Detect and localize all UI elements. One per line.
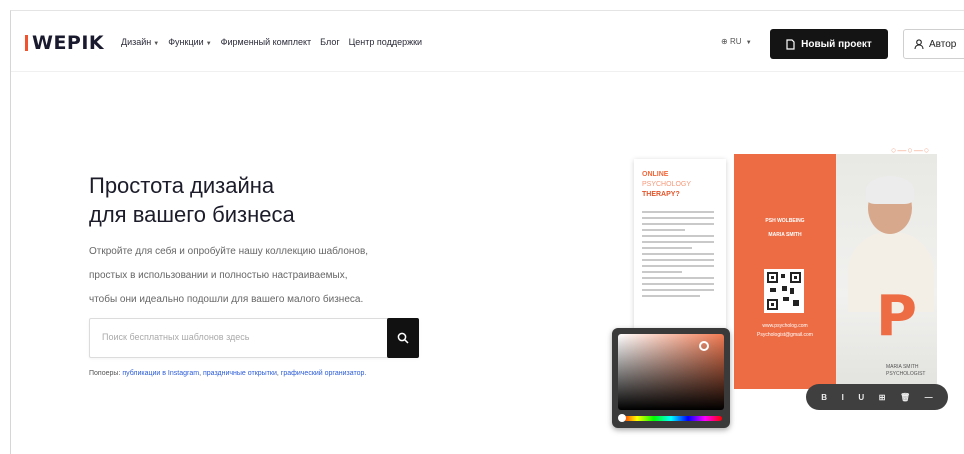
orange-site-text: www.psycholog.com xyxy=(762,323,808,329)
chevron-down-icon: ▼ xyxy=(205,41,212,47)
preview-text-lines xyxy=(642,211,714,301)
orange-heading-text: PSH WOLBEING xyxy=(765,218,805,224)
document-icon xyxy=(786,38,795,50)
language-label: RU xyxy=(729,37,742,46)
trash-icon[interactable]: 🗑 xyxy=(900,393,910,402)
top-navigation: WEPIK Дизайн ▼ Функции ▼ Фирменный комплек… xyxy=(11,11,964,72)
hero-headline: Простота дизайна для вашего бизнеса xyxy=(89,171,295,229)
description-line: Откройте для себя и опробуйте нашу колле… xyxy=(89,246,369,257)
template-preview-orange: PSH WOLBEING MARIA SMITH www.psycholog.c… xyxy=(734,154,836,389)
color-picker-widget xyxy=(612,328,730,428)
popular-searches: Попоеры: публикации в Instagram, праздни… xyxy=(89,370,367,377)
menu-features[interactable]: Функции ▼ xyxy=(168,37,211,47)
new-project-label: Новый проект xyxy=(801,38,872,50)
photo-caption: MARIA SMITH PSYCHOLOGIST xyxy=(886,364,925,378)
italic-icon[interactable]: I xyxy=(842,393,844,402)
popular-link-instagram[interactable]: публикации в Instagram xyxy=(122,370,199,377)
color-picker-knob[interactable] xyxy=(699,341,709,351)
menu-features-label: Функции xyxy=(168,37,204,47)
menu-help-center[interactable]: Центр поддержки xyxy=(349,37,422,47)
logo-mark-icon xyxy=(25,35,28,51)
language-selector[interactable]: ⊕ RU ▼ xyxy=(721,37,752,46)
new-project-button[interactable]: Новый проект xyxy=(770,29,888,59)
orange-email-text: Psychologist@gmail.com xyxy=(757,332,813,338)
chevron-down-icon: ▼ xyxy=(153,41,160,47)
portrait-hair xyxy=(866,176,914,204)
preview-title: ONLINE PSYCHOLOGY THERAPY? xyxy=(642,170,691,200)
bold-icon[interactable]: B xyxy=(821,393,827,402)
logo-text: WEPIK xyxy=(32,32,105,54)
headline-line-1: Простота дизайна xyxy=(89,173,275,198)
preview-title-line: PSYCHOLOGY xyxy=(642,181,692,188)
main-menu: Дизайн ▼ Функции ▼ Фирменный комплект Блог… xyxy=(121,37,422,47)
popular-link-cards[interactable]: праздничные открытки xyxy=(203,370,277,377)
orange-contacts: www.psycholog.com Psychologist@gmail.com xyxy=(756,322,814,340)
hero-description: Откройте для себя и опробуйте нашу колле… xyxy=(89,240,429,312)
search-input[interactable] xyxy=(100,331,374,343)
login-label: Автор xyxy=(929,38,957,50)
template-preview-photo: P MARIA SMITH PSYCHOLOGIST xyxy=(836,154,937,389)
description-line: простых в использовании и полностью наст… xyxy=(89,270,348,281)
connector-dots-icon: ○—○—○ xyxy=(891,145,931,155)
qr-code-icon xyxy=(764,269,804,313)
description-line: чтобы они идеально подошли для вашего ма… xyxy=(89,294,364,305)
popular-label: Попоеры: xyxy=(89,370,121,377)
menu-blog[interactable]: Блог xyxy=(320,37,339,47)
menu-design[interactable]: Дизайн ▼ xyxy=(121,37,159,47)
browser-viewport: WEPIK Дизайн ▼ Функции ▼ Фирменный комплек… xyxy=(10,10,964,454)
login-button[interactable]: Автор xyxy=(903,29,964,59)
user-icon xyxy=(914,38,924,49)
orange-heading: PSH WOLBEING MARIA SMITH xyxy=(756,217,814,239)
headline-line-2: для вашего бизнеса xyxy=(89,202,295,227)
search-button[interactable] xyxy=(387,318,419,358)
underline-icon[interactable]: U xyxy=(858,393,864,402)
template-search-box xyxy=(89,318,419,358)
more-icon[interactable]: — xyxy=(925,393,933,402)
preview-title-line: THERAPY? xyxy=(642,191,680,198)
layout-icon[interactable]: ⊞ xyxy=(879,393,886,402)
template-preview-white: ONLINE PSYCHOLOGY THERAPY? xyxy=(634,159,726,329)
popular-link-organizer[interactable]: графический организатор. xyxy=(281,370,367,377)
text-format-toolbar: B I U ⊞ 🗑 — xyxy=(806,384,948,410)
preview-title-line: ONLINE xyxy=(642,171,669,178)
photo-caption-name: MARIA SMITH xyxy=(886,364,919,370)
photo-caption-role: PSYCHOLOGIST xyxy=(886,371,926,377)
menu-design-label: Дизайн xyxy=(121,37,152,47)
orange-sub-text: MARIA SMITH xyxy=(768,232,802,238)
search-icon xyxy=(397,332,409,344)
chevron-down-icon: ▼ xyxy=(745,40,752,46)
hue-slider[interactable] xyxy=(620,416,722,421)
globe-icon: ⊕ xyxy=(721,37,728,46)
menu-brand-kit[interactable]: Фирменный комплект xyxy=(221,37,312,47)
wepik-logo[interactable]: WEPIK xyxy=(25,32,104,54)
big-letter: P xyxy=(876,284,918,349)
hue-slider-knob[interactable] xyxy=(618,414,626,422)
